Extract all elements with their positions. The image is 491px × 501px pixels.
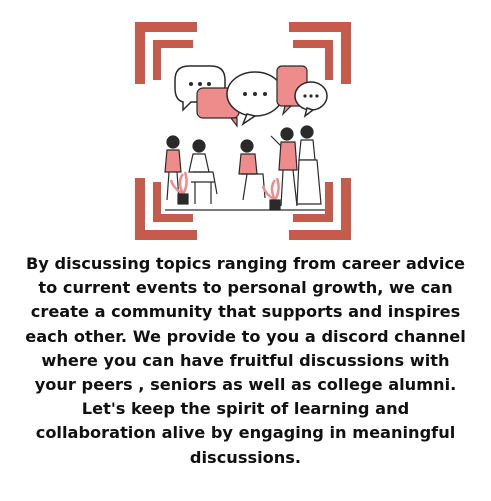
description-text: By discussing topics ranging from career… xyxy=(8,252,483,470)
description-line: By discussing topics ranging from career… xyxy=(25,254,466,273)
corner-frame-icon xyxy=(135,22,351,240)
description-line: Let's keep the spirit of learning and xyxy=(81,399,410,419)
speech-bubble-icon xyxy=(294,81,328,118)
decorative-frame xyxy=(135,22,351,240)
description-line: create a community that supports and ins… xyxy=(30,302,461,322)
speech-bubbles xyxy=(174,65,328,128)
description-line: discussions. xyxy=(189,447,302,467)
description-line: collaboration alive by engaging in meani… xyxy=(35,423,456,443)
description-line: your peers , seniors as well as college … xyxy=(34,375,457,395)
description-line: to current events to personal growth, we… xyxy=(38,278,453,298)
description-line: where you can have fruitful discussions … xyxy=(41,350,450,370)
description-line: each other. We provide to you a discord … xyxy=(25,326,466,346)
people-discussion-illustration-icon xyxy=(164,125,325,211)
illustration xyxy=(135,22,351,240)
